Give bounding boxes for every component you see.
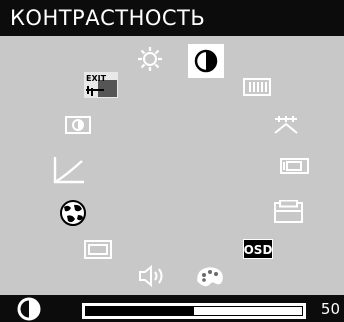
contrast-status-icon: [16, 296, 42, 322]
slider-value: 50: [320, 300, 340, 318]
slider-fill: [86, 307, 194, 315]
osd-menu: КОНТРАСТНОСТЬ EXIT OSD 50: [0, 0, 344, 322]
exit-label: EXIT: [86, 74, 107, 83]
h-size-icon[interactable]: [243, 78, 271, 96]
slider-track: [85, 306, 303, 316]
degauss-icon[interactable]: [272, 116, 300, 134]
h-position-icon[interactable]: [280, 157, 310, 175]
gamma-icon[interactable]: [52, 155, 86, 185]
menu-title: КОНТРАСТНОСТЬ: [10, 6, 206, 30]
osd-icon[interactable]: OSD: [243, 239, 273, 259]
language-globe-icon[interactable]: [58, 199, 88, 227]
osd-label: OSD: [244, 243, 273, 257]
brightness-sun-icon[interactable]: [137, 46, 163, 72]
contrast-icon[interactable]: [188, 44, 224, 78]
exit-icon[interactable]: EXIT: [84, 72, 118, 98]
contrast-small-icon[interactable]: [65, 116, 91, 134]
zoom-icon[interactable]: [84, 240, 112, 260]
volume-icon[interactable]: [137, 265, 167, 287]
contrast-slider[interactable]: [82, 303, 306, 319]
title-bar: КОНТРАСТНОСТЬ: [0, 0, 344, 36]
color-palette-icon[interactable]: [194, 264, 226, 288]
v-position-icon[interactable]: [274, 200, 304, 224]
